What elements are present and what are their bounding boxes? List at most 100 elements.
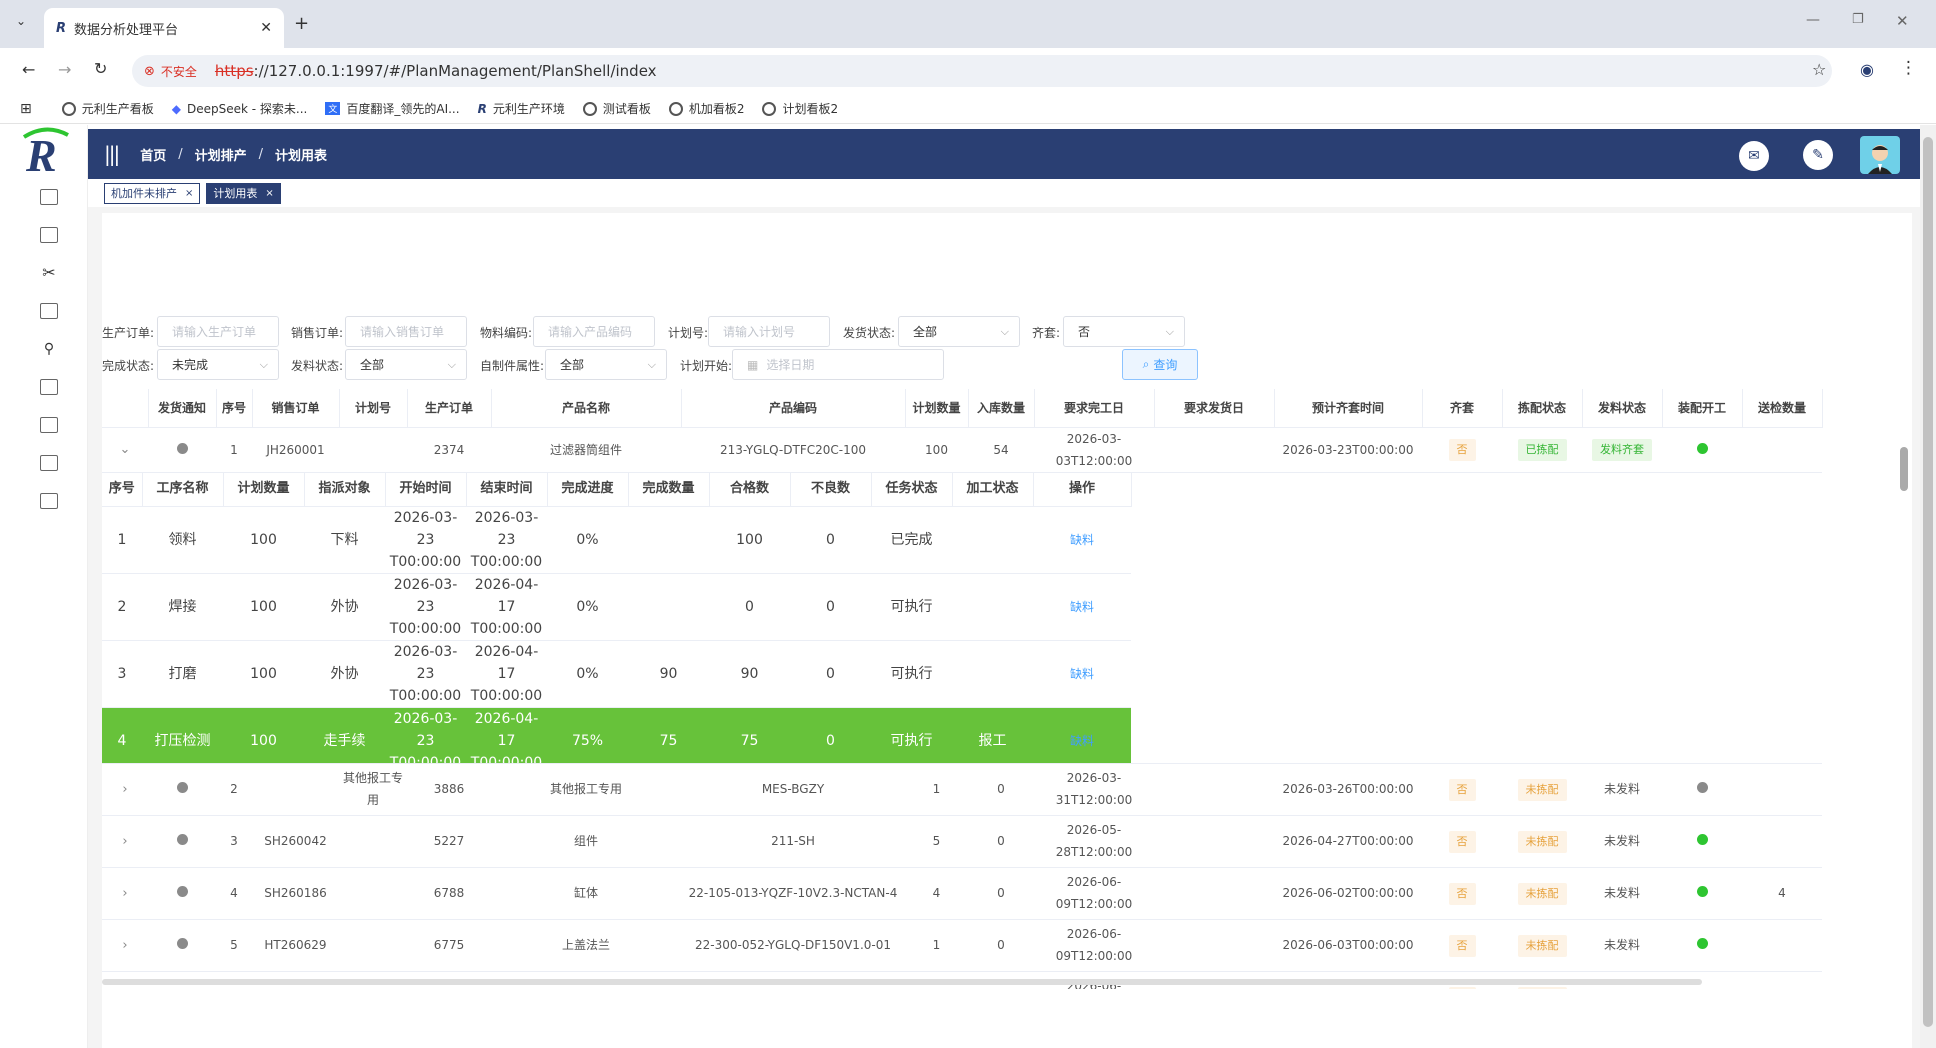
bookmark-1[interactable]: 元利生产看板 bbox=[61, 100, 154, 117]
profile-icon[interactable]: ◉ bbox=[1860, 60, 1874, 79]
calendar-icon[interactable] bbox=[40, 493, 58, 509]
clipboard-icon[interactable] bbox=[40, 303, 58, 319]
cell-due: 2026-06-09T12:00:00 bbox=[1034, 919, 1154, 972]
scrollbar-thumb[interactable] bbox=[1900, 447, 1908, 491]
sidebar: R ✂ ⚲ bbox=[8, 125, 88, 1048]
cell-ok: 0 bbox=[709, 573, 790, 641]
close-icon[interactable]: × bbox=[185, 188, 193, 199]
pick-cell: 未拣配 bbox=[1502, 867, 1582, 920]
screen-icon[interactable] bbox=[40, 455, 58, 471]
filter-label: 销售订单: bbox=[291, 326, 344, 340]
column-header: 序号 bbox=[102, 472, 143, 507]
close-tab-icon[interactable]: ✕ bbox=[260, 20, 272, 36]
process-row[interactable]: 4 打压检测 100 走手续 2026-03-23 T00:00:00 2026-04-17… bbox=[102, 707, 1131, 762]
kit-select[interactable]: 否 ⌵ bbox=[1063, 316, 1185, 347]
hamburger-icon[interactable]: ||| bbox=[104, 142, 120, 166]
menu-icon[interactable]: ⋮ bbox=[1900, 58, 1917, 78]
bookmark-6[interactable]: 机加看板2 bbox=[668, 100, 744, 117]
cell-seq: 2 bbox=[216, 763, 252, 816]
column-header: 入库数量 bbox=[968, 389, 1035, 428]
star-icon[interactable]: ☆ bbox=[1812, 60, 1826, 79]
search-button[interactable]: ⌕ 查询 bbox=[1122, 349, 1198, 380]
process-row[interactable]: 2 焊接 100 外协 2026-03-23 T00:00:00 2026-04-17 T00… bbox=[102, 573, 1131, 641]
restore-icon[interactable]: ❐ bbox=[1852, 12, 1864, 27]
apps-icon[interactable]: ⊞ bbox=[20, 101, 32, 117]
tools-icon[interactable]: ✂ bbox=[40, 265, 58, 281]
mail-icon[interactable]: ✉ bbox=[1739, 141, 1769, 171]
edit-icon[interactable]: ✎ bbox=[1803, 140, 1833, 170]
app-window: R ✂ ⚲ ||| 首页 / 计划排产 / 计划用表 ✉ ✎ 机加件未排产 × 计… bbox=[8, 125, 1920, 1048]
cell-eta: 2026-03-23T00:00:00 bbox=[1274, 427, 1422, 473]
complete-status-select[interactable]: 未完成 ⌵ bbox=[157, 349, 279, 380]
self-made-select[interactable]: 全部 ⌵ bbox=[545, 349, 667, 380]
column-header: 装配开工 bbox=[1662, 389, 1743, 428]
bookmark-4[interactable]: R 元利生产环境 bbox=[478, 100, 565, 117]
top-nav: ||| 首页 / 计划排产 / 计划用表 ✉ ✎ bbox=[88, 129, 1920, 179]
shortage-link[interactable]: 缺料 bbox=[1070, 533, 1094, 547]
close-window-icon[interactable]: ✕ bbox=[1896, 12, 1909, 30]
pick-cell: 未拣配 bbox=[1502, 763, 1582, 816]
monitor-icon[interactable] bbox=[40, 189, 58, 205]
date-part: 2026-04-17 bbox=[474, 644, 539, 682]
column-header: 产品名称 bbox=[491, 389, 682, 428]
truck-icon[interactable] bbox=[40, 379, 58, 395]
expand-toggle[interactable]: › bbox=[102, 919, 148, 972]
bookmark-5[interactable]: 测试看板 bbox=[582, 100, 651, 117]
chevron-right-icon[interactable]: › bbox=[122, 834, 127, 849]
expand-toggle[interactable]: › bbox=[102, 867, 148, 920]
plan-start-date-picker[interactable]: ▦ 选择日期 bbox=[732, 349, 944, 380]
tab-plan-table[interactable]: 计划用表 × bbox=[206, 182, 281, 204]
chevron-right-icon[interactable]: › bbox=[122, 938, 127, 953]
report-icon[interactable] bbox=[40, 417, 58, 433]
expand-toggle[interactable]: › bbox=[102, 763, 148, 816]
bookmark-3[interactable]: 文百度翻译_领先的AI... bbox=[325, 100, 460, 117]
back-icon[interactable]: ← bbox=[22, 60, 35, 79]
ship-status-select[interactable]: 全部 ⌵ bbox=[898, 316, 1020, 347]
table-row[interactable]: › 2 其他报工专用 3886 其他报工专用 MES-BGZY 1 0 2026-03-31T1… bbox=[102, 763, 1822, 816]
bookmark-7[interactable]: 计划看板2 bbox=[762, 100, 838, 117]
expand-toggle[interactable]: ⌄ bbox=[102, 427, 148, 473]
status-dot bbox=[1696, 442, 1708, 454]
browser-tab[interactable]: R 数据分析处理平台 ✕ bbox=[44, 8, 284, 48]
expand-toggle[interactable]: › bbox=[102, 815, 148, 868]
chevron-down-icon[interactable]: ⌄ bbox=[120, 442, 131, 457]
cell-ok: 90 bbox=[709, 640, 790, 708]
page-scrollbar[interactable] bbox=[1920, 125, 1936, 1048]
page-scrollbar-thumb[interactable] bbox=[1923, 137, 1933, 1027]
plan-number-input[interactable]: 请输入计划号 bbox=[708, 316, 830, 347]
table-row[interactable]: › 4 SH260186 6788 缸体 22-105-013-YQZF-10V2.3-N… bbox=[102, 867, 1822, 920]
breadcrumb-plan[interactable]: 计划排产 bbox=[195, 145, 247, 164]
tab-machining[interactable]: 机加件未排产 × bbox=[104, 182, 201, 204]
new-tab-icon[interactable]: + bbox=[294, 13, 309, 34]
chevron-right-icon[interactable]: › bbox=[122, 886, 127, 901]
issue-status-select[interactable]: 全部 ⌵ bbox=[345, 349, 467, 380]
stamp-icon[interactable]: ⚲ bbox=[40, 341, 58, 357]
cell-eta: 2026-06-03T00:00:00 bbox=[1274, 919, 1422, 972]
column-header: 拣配状态 bbox=[1502, 389, 1583, 428]
table-hscrollbar[interactable] bbox=[102, 979, 1702, 985]
table-row[interactable]: ⌄ 1 JH260001 2374 过滤器筒组件 213-YGLQ-DTFC20C-100… bbox=[102, 427, 1822, 473]
table-row[interactable]: › 3 SH260042 5227 组件 211-SH 5 0 2026-05-28T12:00… bbox=[102, 815, 1822, 868]
shortage-link[interactable]: 缺料 bbox=[1070, 667, 1094, 681]
shortage-link[interactable]: 缺料 bbox=[1070, 734, 1094, 748]
bookmark-2[interactable]: ◆ DeepSeek - 探索未... bbox=[172, 100, 308, 117]
avatar[interactable] bbox=[1860, 136, 1900, 174]
close-icon[interactable]: × bbox=[265, 188, 273, 199]
breadcrumb-home[interactable]: 首页 bbox=[140, 145, 166, 164]
chevron-right-icon[interactable]: › bbox=[122, 782, 127, 797]
process-row[interactable]: 3 打磨 100 外协 2026-03-23 T00:00:00 2026-04-17 T00… bbox=[102, 640, 1131, 708]
shortage-link[interactable]: 缺料 bbox=[1070, 600, 1094, 614]
table-scrollbar[interactable] bbox=[1900, 429, 1908, 989]
tab-list-icon[interactable]: ⌄ bbox=[16, 14, 26, 28]
material-code-input[interactable]: 请输入产品编码 bbox=[533, 316, 655, 347]
reload-icon[interactable]: ↻ bbox=[94, 59, 107, 78]
sales-order-input[interactable]: 请输入销售订单 bbox=[345, 316, 467, 347]
forward-icon[interactable]: → bbox=[58, 60, 71, 79]
baidu-icon: 文 bbox=[325, 102, 341, 115]
document-search-icon[interactable] bbox=[40, 227, 58, 243]
table-row[interactable]: › 5 HT260629 6775 上盖法兰 22-300-052-YGLQ-DF150V… bbox=[102, 919, 1822, 972]
minimize-icon[interactable]: — bbox=[1806, 12, 1820, 28]
production-order-input[interactable]: 请输入生产订单 bbox=[157, 316, 279, 347]
process-row[interactable]: 1 领料 100 下料 2026-03-23 T00:00:00 2026-03-23 T00… bbox=[102, 506, 1131, 574]
url-field[interactable]: ⊗ 不安全 https ://127.0.0.1:1997/#/PlanMana… bbox=[132, 55, 1832, 87]
